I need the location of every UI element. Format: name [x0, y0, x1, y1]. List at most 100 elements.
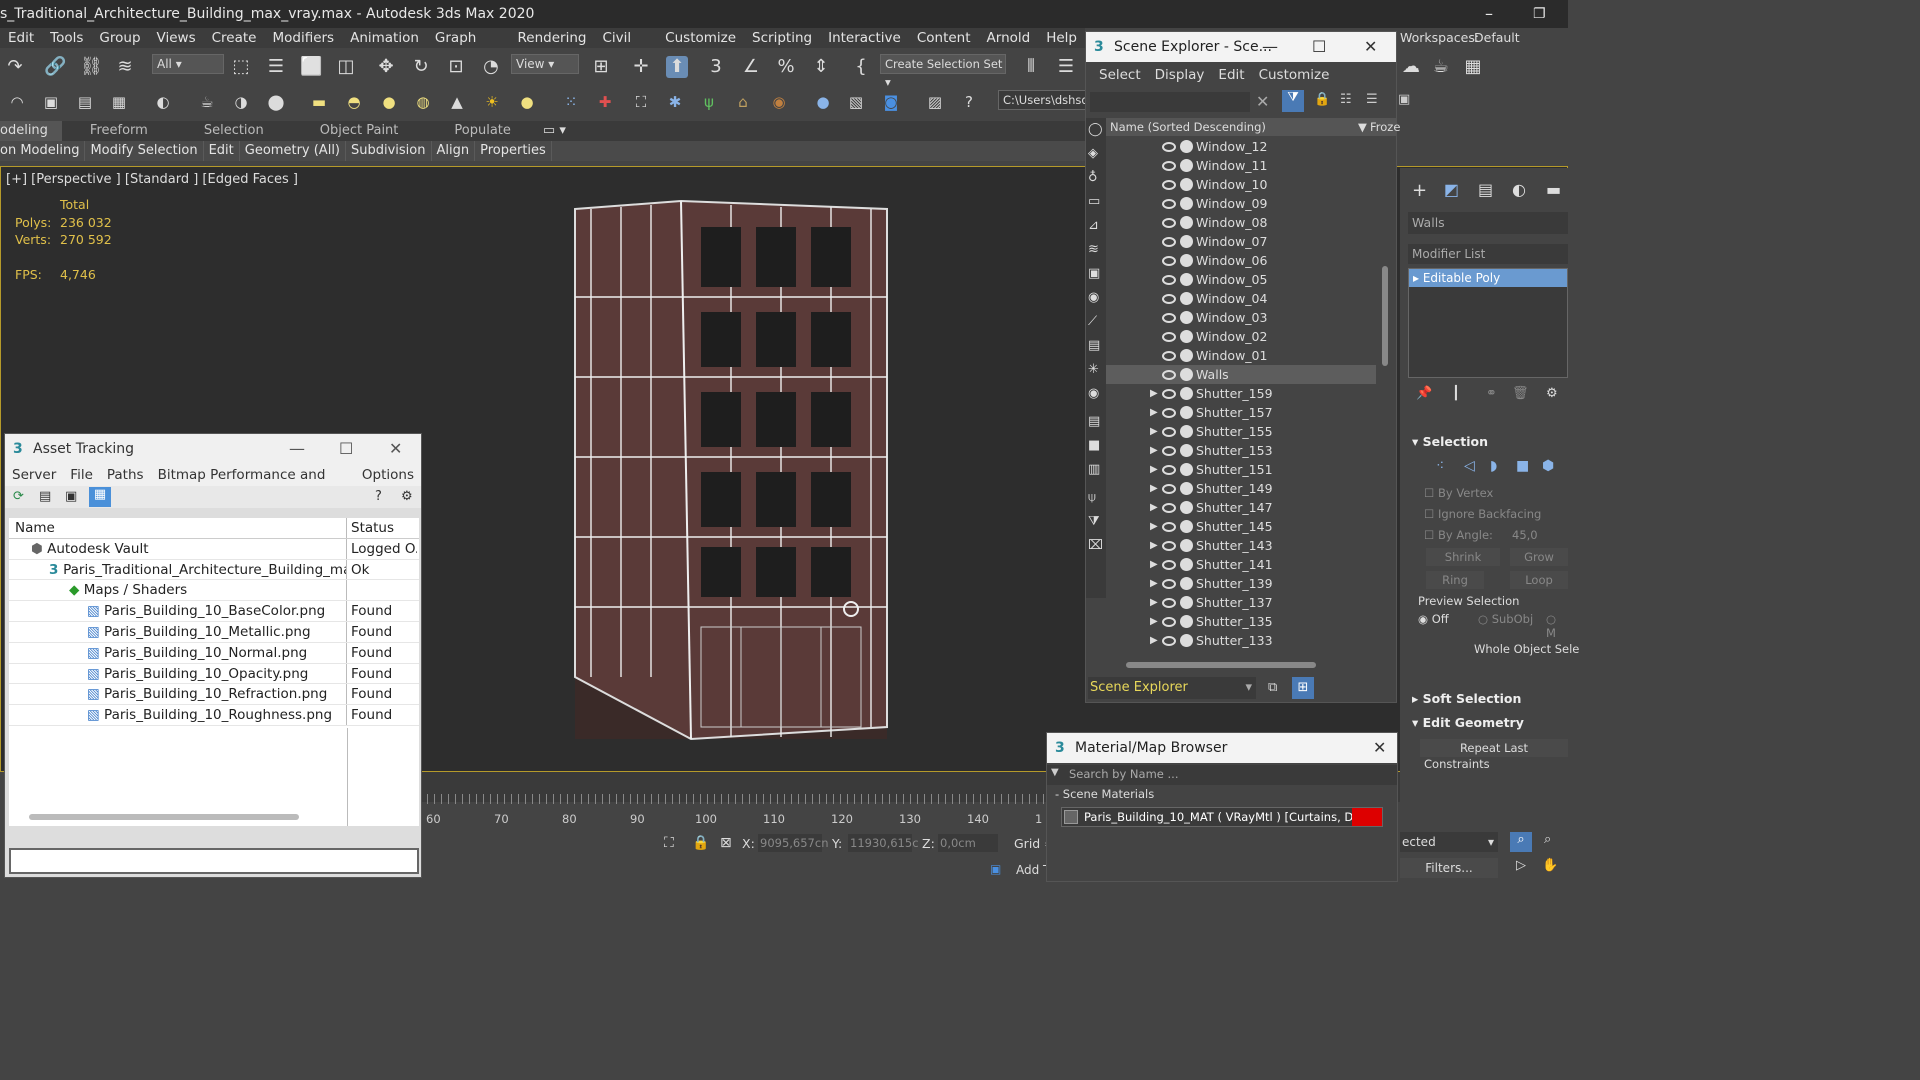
ribbon-icon[interactable]: ▦: [108, 91, 130, 113]
scene-object-row[interactable]: Window_04: [1106, 289, 1376, 308]
vray-proxy-icon[interactable]: ✱: [664, 91, 686, 113]
workspaces-select[interactable]: Default: [1474, 28, 1520, 48]
table-row[interactable]: ▧ Paris_Building_10_BaseColor.png Found: [9, 601, 419, 622]
half-sphere-icon[interactable]: ◑: [230, 91, 252, 113]
visibility-eye-icon[interactable]: [1162, 617, 1176, 627]
layer-view-icon[interactable]: ☰: [1366, 92, 1378, 107]
visibility-eye-icon[interactable]: [1162, 199, 1176, 209]
sphere-icon[interactable]: ●: [378, 91, 400, 113]
visibility-eye-icon[interactable]: [1162, 598, 1176, 608]
menu-options[interactable]: Options: [355, 464, 421, 486]
scene-icon[interactable]: ▣: [40, 91, 62, 113]
visibility-eye-icon[interactable]: [1162, 541, 1176, 551]
table-row[interactable]: 3 Paris_Traditional_Architecture_Buildin…: [9, 559, 419, 581]
vray-render-icon[interactable]: ◙: [880, 91, 902, 113]
loop-button[interactable]: Loop: [1510, 571, 1568, 589]
scene-object-row[interactable]: ▶ Shutter_143: [1106, 536, 1376, 555]
scene-object-row[interactable]: Window_01: [1106, 346, 1376, 365]
shrink-button[interactable]: Shrink: [1426, 548, 1500, 566]
scene-object-row[interactable]: ▶ Shutter_153: [1106, 441, 1376, 460]
project-path-field[interactable]: C:\Users\dshsd\: [998, 90, 1086, 110]
hierarchy-icon[interactable]: ☷: [1340, 92, 1352, 107]
visibility-eye-icon[interactable]: [1162, 351, 1176, 361]
visibility-eye-icon[interactable]: [1162, 579, 1176, 589]
render-toggle-icon[interactable]: [1180, 539, 1193, 552]
col-name-header[interactable]: Name: [9, 518, 347, 538]
scene-object-row[interactable]: ▶ Shutter_145: [1106, 517, 1376, 536]
col-frozen-header[interactable]: Froze: [1370, 118, 1400, 136]
angle-snap-icon[interactable]: ∠: [740, 56, 762, 78]
by-angle-checkbox[interactable]: ☐ By Angle:: [1424, 528, 1493, 542]
particle-filter-icon[interactable]: ✳: [1088, 362, 1099, 377]
tab-object-paint[interactable]: Object Paint: [292, 121, 427, 141]
pivot-icon[interactable]: ⊞: [590, 56, 612, 78]
visibility-eye-icon[interactable]: [1162, 636, 1176, 646]
tab-freeform[interactable]: Freeform: [62, 121, 176, 141]
sort-by-hierarchy-icon[interactable]: ⊞: [1292, 677, 1314, 699]
expand-arrow-icon[interactable]: ▶: [1150, 612, 1158, 631]
vray-frame-buffer-icon[interactable]: ▧: [845, 91, 867, 113]
menu-paths[interactable]: Paths: [100, 464, 151, 486]
expand-arrow-icon[interactable]: ▶: [1150, 441, 1158, 460]
spinner-snap-icon[interactable]: ⇕: [810, 56, 832, 78]
expand-arrow-icon[interactable]: ▶: [1150, 422, 1158, 441]
render-toggle-icon[interactable]: [1180, 254, 1193, 267]
close-icon[interactable]: ✕: [389, 434, 402, 464]
scene-object-row[interactable]: Window_08: [1106, 213, 1376, 232]
expand-arrow-icon[interactable]: ▶: [1150, 574, 1158, 593]
scene-object-row[interactable]: ▶ Shutter_151: [1106, 460, 1376, 479]
render-toggle-icon[interactable]: [1180, 216, 1193, 229]
render-toggle-icon[interactable]: [1180, 634, 1193, 647]
scale-icon[interactable]: ⊡: [445, 56, 467, 78]
render-toggle-icon[interactable]: [1180, 330, 1193, 343]
table-row[interactable]: ◆ Maps / Shaders: [9, 580, 419, 602]
visibility-eye-icon[interactable]: [1162, 446, 1176, 456]
dots-icon[interactable]: ⁙: [560, 91, 582, 113]
lock-icon[interactable]: 🔒: [692, 835, 709, 851]
render-toggle-icon[interactable]: [1180, 273, 1193, 286]
window-crossing-icon[interactable]: ◫: [335, 56, 357, 78]
group-filter-icon[interactable]: ▣: [1088, 266, 1100, 281]
select-object-icon[interactable]: ⬚: [230, 56, 252, 78]
minimize-icon[interactable]: —: [289, 434, 305, 464]
render-frame-icon[interactable]: ☕: [1430, 56, 1452, 78]
table-row[interactable]: ▧ Paris_Building_10_Opacity.png Found: [9, 663, 419, 685]
funnel-icon[interactable]: ⧩: [1088, 514, 1100, 529]
select-manipulate-icon[interactable]: ✛: [630, 56, 652, 78]
horizontal-scrollbar[interactable]: [29, 814, 299, 820]
scene-object-row[interactable]: ▶ Shutter_139: [1106, 574, 1376, 593]
lights-icon[interactable]: ◐: [152, 91, 174, 113]
render-toggle-icon[interactable]: [1180, 178, 1193, 191]
scene-explorer-titlebar[interactable]: 3 Scene Explorer - Sce... — ☐ ✕: [1086, 32, 1396, 62]
render-toggle-icon[interactable]: [1180, 520, 1193, 533]
redo-icon[interactable]: ↷: [4, 56, 26, 78]
filters-button[interactable]: Filters...: [1400, 858, 1498, 878]
render-toggle-icon[interactable]: [1180, 444, 1193, 457]
edge-mode-icon[interactable]: ◁: [1464, 458, 1475, 474]
minimize-icon[interactable]: —: [1262, 32, 1278, 62]
minimize-icon[interactable]: –: [1485, 0, 1493, 28]
visibility-eye-icon[interactable]: [1162, 180, 1176, 190]
table-row[interactable]: ▧ Paris_Building_10_Roughness.png Found: [9, 705, 419, 726]
render-toggle-icon[interactable]: [1180, 349, 1193, 362]
menu-civil-view[interactable]: Civil View: [594, 28, 657, 66]
visibility-eye-icon[interactable]: [1162, 522, 1176, 532]
container-filter-icon[interactable]: ▤: [1088, 338, 1100, 353]
restore-icon[interactable]: ❐: [1533, 0, 1546, 28]
modifier-stack-item[interactable]: ▸ Editable Poly: [1409, 269, 1567, 287]
expand-arrow-icon[interactable]: ▶: [1150, 460, 1158, 479]
search-options-icon[interactable]: ▼: [1051, 767, 1059, 778]
panel-subdivision[interactable]: Subdivision: [346, 141, 432, 161]
rect-selection-icon[interactable]: ⬜: [300, 56, 322, 78]
lock-icon[interactable]: 🔒: [1314, 92, 1330, 107]
visibility-eye-icon[interactable]: [1162, 465, 1176, 475]
menu-server[interactable]: Server: [5, 464, 63, 486]
visibility-filter-icon[interactable]: ◉: [1088, 386, 1099, 401]
table-row[interactable]: ▧ Paris_Building_10_Metallic.png Found: [9, 621, 419, 643]
motion-tab-icon[interactable]: ◐: [1512, 180, 1526, 199]
orbit-icon[interactable]: ▷: [1516, 858, 1526, 873]
zoom-all-icon[interactable]: ⌕: [1544, 832, 1551, 847]
visibility-eye-icon[interactable]: [1162, 161, 1176, 171]
spacewarp-filter-icon[interactable]: ≋: [1088, 242, 1099, 257]
refresh-icon[interactable]: ⟳: [13, 489, 24, 504]
